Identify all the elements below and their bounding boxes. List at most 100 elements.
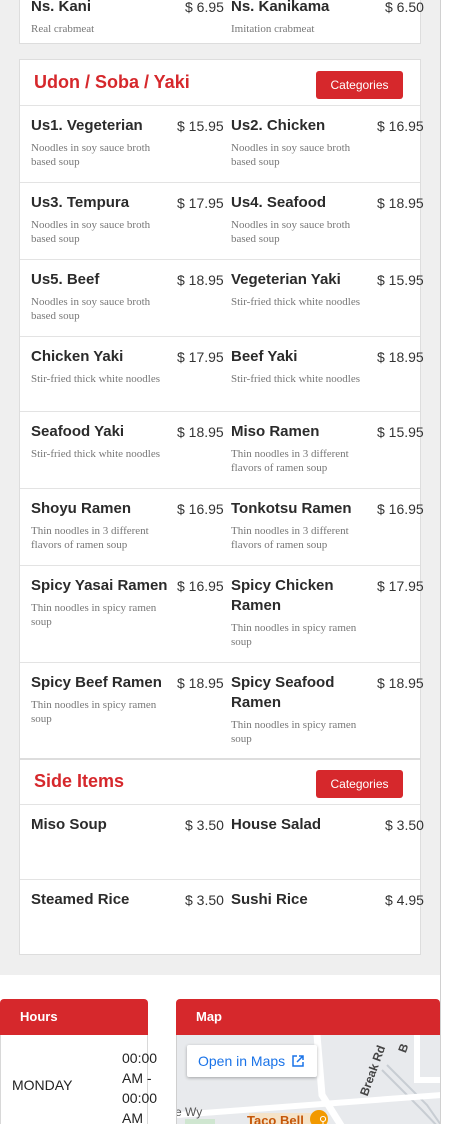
menu-item-description: Thin noodles in spicy ramen soup xyxy=(31,602,157,628)
menu-item[interactable]: Steamed Rice $ 3.50 xyxy=(31,890,231,950)
divider xyxy=(20,804,420,805)
menu-item[interactable]: Ns. Kanikama $ 6.50 Imitation crabmeat xyxy=(231,0,431,37)
categories-button[interactable]: Categories xyxy=(316,770,403,798)
menu-item[interactable]: Chicken Yaki $ 17.95 Stir-fried thick whit… xyxy=(31,347,231,407)
menu-item-price: $ 17.95 xyxy=(377,578,424,594)
menu-item-description: Stir-fried thick white noodles xyxy=(31,373,161,385)
divider xyxy=(20,565,420,566)
hours-time: 00:00 AM - 00:00 AM xyxy=(122,1048,157,1124)
map-view[interactable]: e Wy Taco Bell Break Rd B ⚲ Open in Maps xyxy=(176,1035,440,1124)
menu-item[interactable]: Shoyu Ramen $ 16.95 Thin noodles in 3 diff… xyxy=(31,499,231,559)
map-tab: Map xyxy=(176,999,440,1035)
menu-item-description: Thin noodles in spicy ramen soup xyxy=(31,699,157,725)
menu-item-price: $ 3.50 xyxy=(185,817,224,833)
menu-item[interactable]: Vegeterian Yaki $ 15.95 Stir-fried thick w… xyxy=(231,270,431,330)
menu-item-price: $ 16.95 xyxy=(377,501,424,517)
menu-item-description: Noodles in soy sauce broth based soup xyxy=(31,296,151,322)
hours-time-line: AM xyxy=(122,1110,143,1124)
menu-item[interactable]: Us2. Chicken $ 16.95 Noodles in soy sauce … xyxy=(231,116,431,176)
menu-item-price: $ 6.50 xyxy=(385,0,424,15)
hours-tab: Hours xyxy=(0,999,148,1035)
menu-item-price: $ 3.50 xyxy=(385,817,424,833)
menu-item-name: House Salad xyxy=(231,816,322,833)
menu-item-price: $ 16.95 xyxy=(177,578,224,594)
menu-item[interactable]: Spicy Yasai Ramen $ 16.95 Thin noodles in … xyxy=(31,576,231,636)
menu-item[interactable]: Beef Yaki $ 18.95 Stir-fried thick white n… xyxy=(231,347,431,407)
menu-item[interactable]: Spicy Chicken Ramen $ 17.95 Thin noodles i… xyxy=(231,576,431,648)
menu-item[interactable]: Us1. Vegeterian $ 15.95 Noodles in soy sau… xyxy=(31,116,231,176)
menu-item-description: Stir-fried thick white noodles xyxy=(231,373,361,385)
menu-item-name: Seafood Yaki xyxy=(31,423,125,440)
menu-item[interactable]: Spicy Seafood Ramen $ 18.95 Thin noodles i… xyxy=(231,673,431,745)
menu-item-price: $ 4.95 xyxy=(385,892,424,908)
menu-item-name: Beef Yaki xyxy=(231,348,298,365)
menu-item-price: $ 16.95 xyxy=(377,118,424,134)
menu-item-name: Tonkotsu Ramen xyxy=(231,500,352,517)
menu-item-price: $ 18.95 xyxy=(177,424,224,440)
menu-item-name: Shoyu Ramen xyxy=(31,500,132,517)
menu-item-name: Spicy Yasai Ramen xyxy=(31,577,168,594)
map-poi-label: Taco Bell xyxy=(247,1113,304,1124)
divider xyxy=(20,182,420,183)
menu-item-name: Us2. Chicken xyxy=(231,117,326,134)
hours-time-line: AM - xyxy=(122,1070,152,1086)
menu-item-description: Imitation crabmeat xyxy=(231,23,315,35)
menu-item-description: Real crabmeat xyxy=(31,23,95,35)
menu-item-price: $ 16.95 xyxy=(177,501,224,517)
divider xyxy=(20,411,420,412)
hours-table: MONDAY 00:00 AM - 00:00 AM xyxy=(0,1035,157,1124)
menu-item-name: Miso Ramen xyxy=(231,423,320,440)
menu-item-price: $ 18.95 xyxy=(177,675,224,691)
menu-item[interactable]: Us5. Beef $ 18.95 Noodles in soy sauce bro… xyxy=(31,270,231,330)
menu-item[interactable]: House Salad $ 3.50 xyxy=(231,815,431,875)
menu-item[interactable]: Miso Ramen $ 15.95 Thin noodles in 3 diffe… xyxy=(231,422,431,482)
section-title-udon: Udon / Soba / Yaki xyxy=(34,72,190,92)
menu-item-price: $ 15.95 xyxy=(377,272,424,288)
menu-item-name: Us3. Tempura xyxy=(31,194,130,211)
menu-item-name: Spicy Chicken Ramen xyxy=(231,577,334,614)
menu-item-description: Stir-fried thick white noodles xyxy=(31,448,161,460)
menu-item-description: Thin noodles in 3 different flavors of r… xyxy=(31,525,149,551)
menu-item-name: Spicy Seafood Ramen xyxy=(231,674,335,711)
menu-item-price: $ 15.95 xyxy=(377,424,424,440)
menu-item-description: Noodles in soy sauce broth based soup xyxy=(31,219,151,245)
menu-item-price: $ 15.95 xyxy=(177,118,224,134)
hours-day: MONDAY xyxy=(12,1077,73,1093)
menu-item-price: $ 17.95 xyxy=(177,195,224,211)
menu-item-name: Ns. Kanikama xyxy=(231,0,330,15)
menu-item-price: $ 17.95 xyxy=(177,349,224,365)
menu-item-name: Miso Soup xyxy=(31,816,107,833)
menu-item[interactable]: Us3. Tempura $ 17.95 Noodles in soy sauce … xyxy=(31,193,231,253)
menu-item-name: Vegeterian Yaki xyxy=(231,271,341,288)
menu-item[interactable]: Tonkotsu Ramen $ 16.95 Thin noodles in 3 d… xyxy=(231,499,431,559)
open-in-maps-label: Open in Maps xyxy=(198,1053,286,1069)
menu-item-price: $ 18.95 xyxy=(177,272,224,288)
divider xyxy=(20,105,420,106)
hours-time-line: 00:00 xyxy=(122,1090,158,1106)
menu-item[interactable]: Spicy Beef Ramen $ 18.95 Thin noodles in s… xyxy=(31,673,231,733)
menu-item-description: Thin noodles in 3 different flavors of r… xyxy=(231,448,349,474)
menu-item-name: Sushi Rice xyxy=(231,891,308,908)
menu-item[interactable]: Miso Soup $ 3.50 xyxy=(31,815,231,875)
menu-item-price: $ 3.50 xyxy=(185,892,224,908)
menu-item-price: $ 18.95 xyxy=(377,675,424,691)
menu-item-name: Us5. Beef xyxy=(31,271,100,288)
menu-item[interactable]: Ns. Kani $ 6.95 Real crabmeat xyxy=(31,0,231,37)
menu-item-description: Thin noodles in spicy ramen soup xyxy=(231,719,357,745)
menu-item-price: $ 18.95 xyxy=(377,195,424,211)
open-in-maps-button[interactable]: Open in Maps xyxy=(187,1045,317,1077)
menu-item[interactable]: Seafood Yaki $ 18.95 Stir-fried thick whit… xyxy=(31,422,231,482)
menu-item[interactable]: Sushi Rice $ 4.95 xyxy=(231,890,431,950)
page-edge xyxy=(440,0,470,1124)
menu-item-description: Thin noodles in spicy ramen soup xyxy=(231,622,357,648)
external-link-icon xyxy=(292,1055,304,1067)
menu-item-description: Noodles in soy sauce broth based soup xyxy=(231,219,351,245)
menu-item-name: Steamed Rice xyxy=(31,891,130,908)
menu-item[interactable]: Us4. Seafood $ 18.95 Noodles in soy sauce … xyxy=(231,193,431,253)
map-street-label: e Wy xyxy=(176,1105,203,1119)
hours-time-line: 00:00 xyxy=(122,1050,158,1066)
categories-button[interactable]: Categories xyxy=(316,71,403,99)
menu-item-name: Chicken Yaki xyxy=(31,348,124,365)
menu-item-price: $ 6.95 xyxy=(185,0,224,15)
menu-item-name: Spicy Beef Ramen xyxy=(31,674,162,691)
